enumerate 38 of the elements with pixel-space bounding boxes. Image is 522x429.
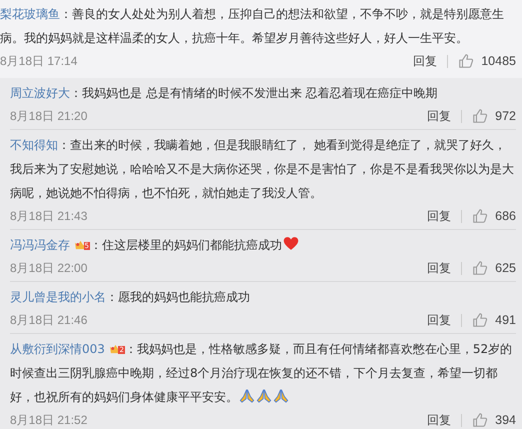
reply-link[interactable]: 回复 (413, 52, 438, 70)
like-count: 625 (495, 261, 516, 275)
username-link[interactable]: 冯冯冯金存 (10, 238, 70, 252)
comment-text: 灵儿曾是我的小名：愿我的妈妈也能抗癌成功 (10, 289, 251, 306)
reply-link[interactable]: 回复 (427, 312, 452, 328)
comment-time: 8月18日 21:46 (10, 312, 88, 328)
thumbs-up-icon (472, 260, 488, 276)
username-link[interactable]: 梨花玻璃鱼 (0, 7, 60, 21)
like-count: 491 (495, 313, 516, 327)
like-count: 686 (495, 209, 516, 223)
comment-time: 8月18日 17:14 (0, 52, 78, 70)
username-link[interactable]: 不知得知 (10, 138, 58, 152)
reply-link[interactable]: 回复 (427, 260, 452, 276)
reply-link[interactable]: 回复 (427, 208, 452, 224)
comment-time: 8月18日 21:43 (10, 208, 88, 224)
like-count: 972 (495, 109, 516, 123)
comment-time: 8月18日 22:00 (10, 260, 88, 276)
comment-time: 8月18日 21:20 (10, 108, 88, 124)
reply-link[interactable]: 回复 (427, 108, 452, 124)
username-link[interactable]: 灵儿曾是我的小名 (10, 290, 106, 304)
like-count: 394 (495, 413, 516, 427)
username-link[interactable]: 从敷衍到深情003 (10, 342, 105, 356)
comment-text: 周立波好大：我妈妈也是 总是有情绪的时候不发泄出来 忍着忍着现在癌症中晚期 (10, 85, 439, 102)
praying-hands-icon (273, 388, 289, 403)
thumbs-up-icon (458, 53, 474, 69)
thumbs-up-icon (472, 108, 488, 124)
praying-hands-icon (239, 388, 255, 403)
reply-link[interactable]: 回复 (427, 412, 452, 428)
heart-icon (283, 236, 299, 251)
comment-time: 8月18日 21:52 (10, 412, 88, 428)
thumbs-up-icon (472, 412, 488, 428)
thumbs-up-icon (472, 312, 488, 328)
comment-text: 不知得知：查出来的时候，我瞒着她，但是我眼睛红了， 她看到觉得是绝症了，就哭了好久，我后来为了安慰她说，哈哈哈又不是大病你还哭，你是不是害怕了，你是不是看我哭你以为是大病呢，她说她不怕得病，也不怕死，就怕她走了我没人管。 (10, 137, 515, 202)
comment-text: 梨花玻璃鱼：善良的女人处处为别人着想，压抑自己的想法和欲望，不争不吵，就是特别愿意生病。我的妈妈就是这样温柔的女人，抗癌十年。希望岁月善待这些好人，好人一生平安。 (0, 6, 505, 47)
username-link[interactable]: 周立波好大 (10, 86, 70, 100)
like-count: 10485 (481, 54, 516, 68)
praying-hands-icon (256, 388, 272, 403)
thumbs-up-icon (472, 208, 488, 224)
